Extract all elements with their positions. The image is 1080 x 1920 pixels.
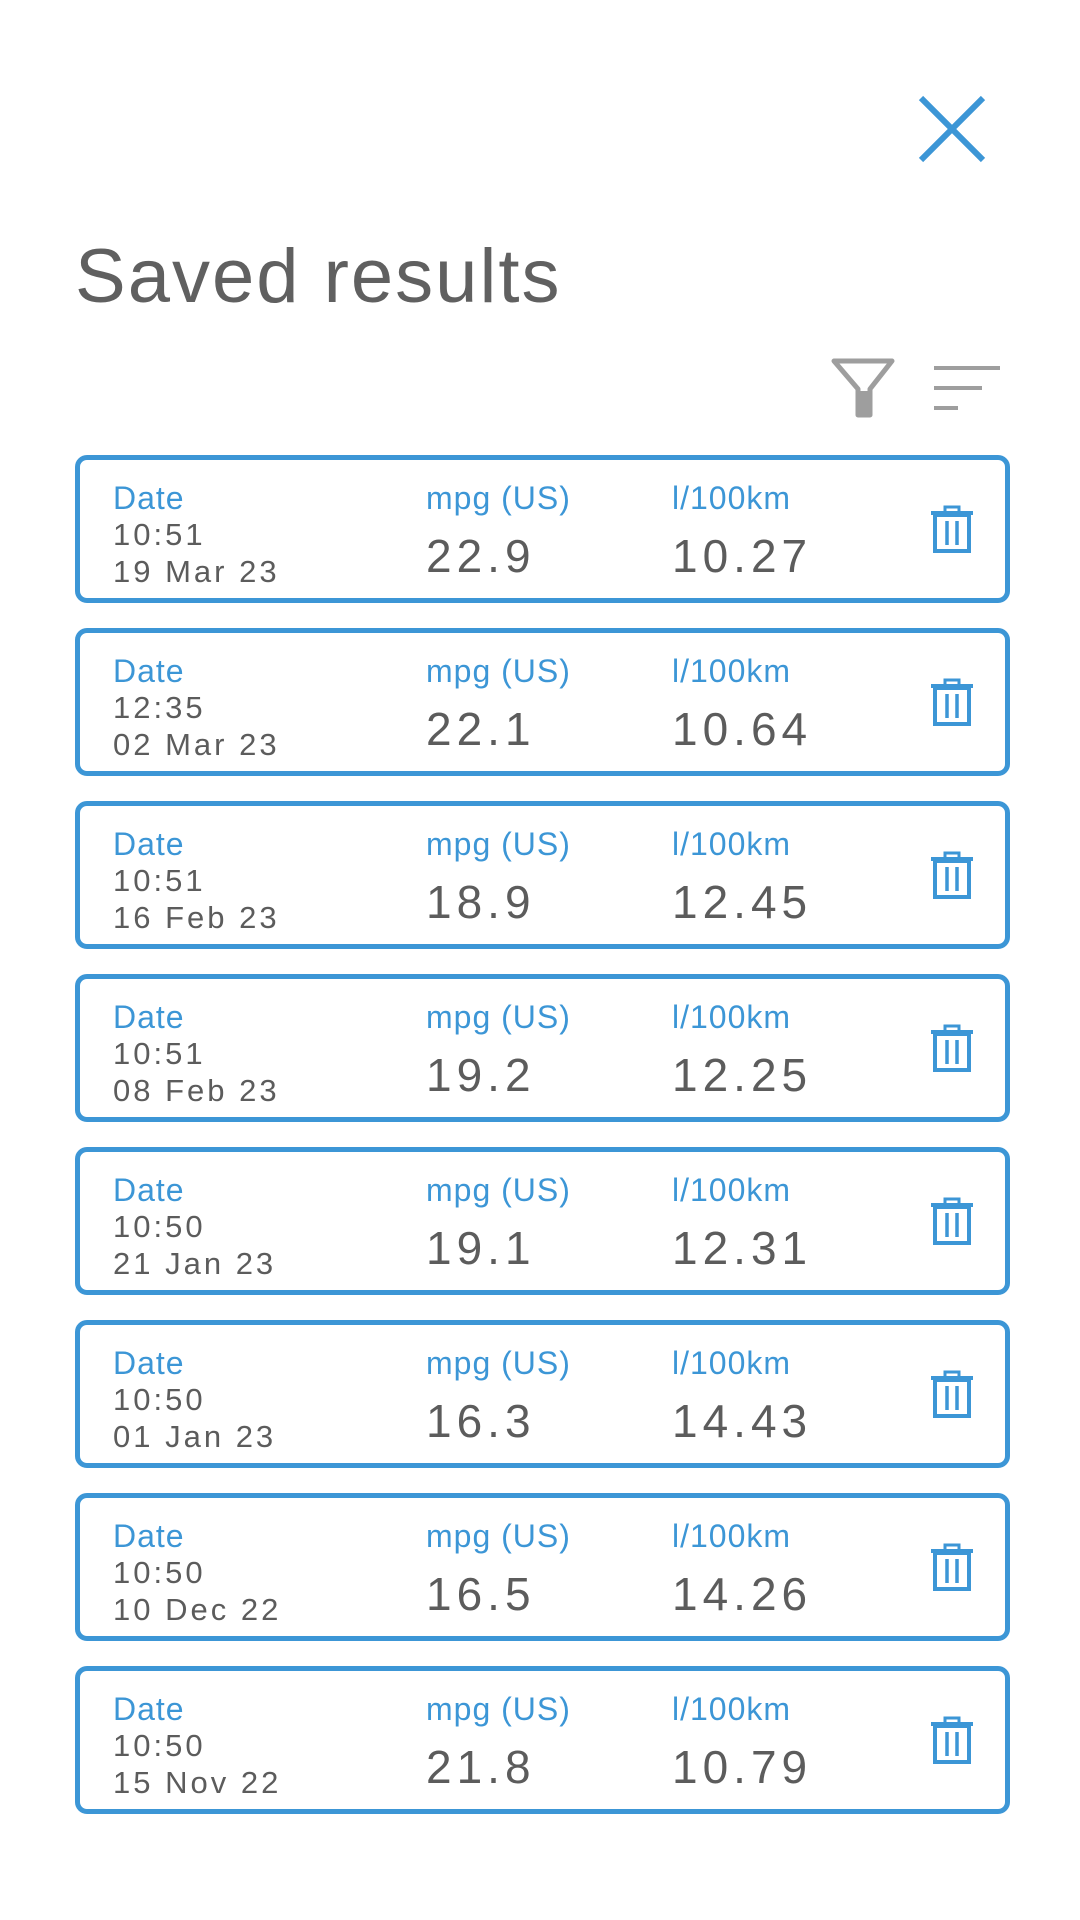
sort-icon	[934, 366, 1000, 410]
l100km-label: l/100km	[672, 480, 792, 516]
result-time: 10:50	[113, 1209, 206, 1244]
trash-icon	[931, 1543, 973, 1591]
mpg-value: 22.1	[426, 703, 536, 755]
l100km-label: l/100km	[672, 1691, 792, 1727]
l100km-value: 12.45	[672, 876, 813, 928]
date-label: Date	[113, 826, 185, 862]
l100km-label: l/100km	[672, 1518, 792, 1554]
date-label: Date	[113, 653, 185, 689]
delete-button[interactable]	[928, 1543, 976, 1591]
result-card: Date 10:51 16 Feb 23 mpg (US) 18.9 l/100…	[75, 801, 1010, 949]
mpg-value: 19.2	[426, 1049, 536, 1101]
l100km-value: 10.79	[672, 1741, 813, 1793]
l100km-value: 14.43	[672, 1395, 813, 1447]
result-date: 21 Jan 23	[113, 1246, 277, 1281]
trash-icon	[931, 678, 973, 726]
l100km-label: l/100km	[672, 826, 792, 862]
result-time: 10:50	[113, 1555, 206, 1590]
delete-button[interactable]	[928, 1716, 976, 1764]
delete-button[interactable]	[928, 1024, 976, 1072]
delete-button[interactable]	[928, 1370, 976, 1418]
mpg-value: 16.3	[426, 1395, 536, 1447]
result-card: Date 12:35 02 Mar 23 mpg (US) 22.1 l/100…	[75, 628, 1010, 776]
l100km-value: 10.64	[672, 703, 813, 755]
trash-icon	[931, 1716, 973, 1764]
mpg-label: mpg (US)	[426, 1691, 571, 1727]
result-card: Date 10:50 21 Jan 23 mpg (US) 19.1 l/100…	[75, 1147, 1010, 1295]
delete-button[interactable]	[928, 505, 976, 553]
mpg-value: 22.9	[426, 530, 536, 582]
result-date: 10 Dec 22	[113, 1592, 282, 1627]
result-date: 01 Jan 23	[113, 1419, 277, 1454]
trash-icon	[931, 1197, 973, 1245]
close-button[interactable]	[915, 92, 989, 166]
result-date: 15 Nov 22	[113, 1765, 282, 1800]
mpg-value: 18.9	[426, 876, 536, 928]
result-time: 10:50	[113, 1728, 206, 1763]
mpg-label: mpg (US)	[426, 480, 571, 516]
mpg-label: mpg (US)	[426, 826, 571, 862]
date-label: Date	[113, 999, 185, 1035]
filter-button[interactable]	[830, 355, 896, 421]
l100km-label: l/100km	[672, 1172, 792, 1208]
mpg-label: mpg (US)	[426, 653, 571, 689]
result-time: 12:35	[113, 690, 206, 725]
result-card: Date 10:50 01 Jan 23 mpg (US) 16.3 l/100…	[75, 1320, 1010, 1468]
mpg-value: 16.5	[426, 1568, 536, 1620]
result-time: 10:50	[113, 1382, 206, 1417]
delete-button[interactable]	[928, 678, 976, 726]
date-label: Date	[113, 1172, 185, 1208]
trash-icon	[931, 505, 973, 553]
results-list: Date 10:51 19 Mar 23 mpg (US) 22.9 l/100…	[75, 455, 1010, 1839]
l100km-label: l/100km	[672, 999, 792, 1035]
delete-button[interactable]	[928, 851, 976, 899]
date-label: Date	[113, 480, 185, 516]
result-date: 19 Mar 23	[113, 554, 280, 589]
result-card: Date 10:51 08 Feb 23 mpg (US) 19.2 l/100…	[75, 974, 1010, 1122]
mpg-label: mpg (US)	[426, 1172, 571, 1208]
l100km-value: 10.27	[672, 530, 813, 582]
l100km-value: 12.31	[672, 1222, 813, 1274]
sort-button[interactable]	[932, 360, 1002, 416]
trash-icon	[931, 1370, 973, 1418]
result-date: 16 Feb 23	[113, 900, 280, 935]
trash-icon	[931, 1024, 973, 1072]
result-time: 10:51	[113, 517, 206, 552]
filter-icon	[831, 358, 895, 418]
l100km-value: 14.26	[672, 1568, 813, 1620]
result-card: Date 10:51 19 Mar 23 mpg (US) 22.9 l/100…	[75, 455, 1010, 603]
l100km-value: 12.25	[672, 1049, 813, 1101]
close-icon	[918, 95, 986, 163]
result-card: Date 10:50 15 Nov 22 mpg (US) 21.8 l/100…	[75, 1666, 1010, 1814]
result-date: 02 Mar 23	[113, 727, 280, 762]
l100km-label: l/100km	[672, 1345, 792, 1381]
l100km-label: l/100km	[672, 653, 792, 689]
mpg-value: 21.8	[426, 1741, 536, 1793]
result-time: 10:51	[113, 863, 206, 898]
date-label: Date	[113, 1691, 185, 1727]
page-title: Saved results	[75, 234, 562, 319]
mpg-label: mpg (US)	[426, 1518, 571, 1554]
mpg-value: 19.1	[426, 1222, 536, 1274]
trash-icon	[931, 851, 973, 899]
mpg-label: mpg (US)	[426, 999, 571, 1035]
result-card: Date 10:50 10 Dec 22 mpg (US) 16.5 l/100…	[75, 1493, 1010, 1641]
mpg-label: mpg (US)	[426, 1345, 571, 1381]
result-time: 10:51	[113, 1036, 206, 1071]
date-label: Date	[113, 1345, 185, 1381]
delete-button[interactable]	[928, 1197, 976, 1245]
result-date: 08 Feb 23	[113, 1073, 280, 1108]
date-label: Date	[113, 1518, 185, 1554]
